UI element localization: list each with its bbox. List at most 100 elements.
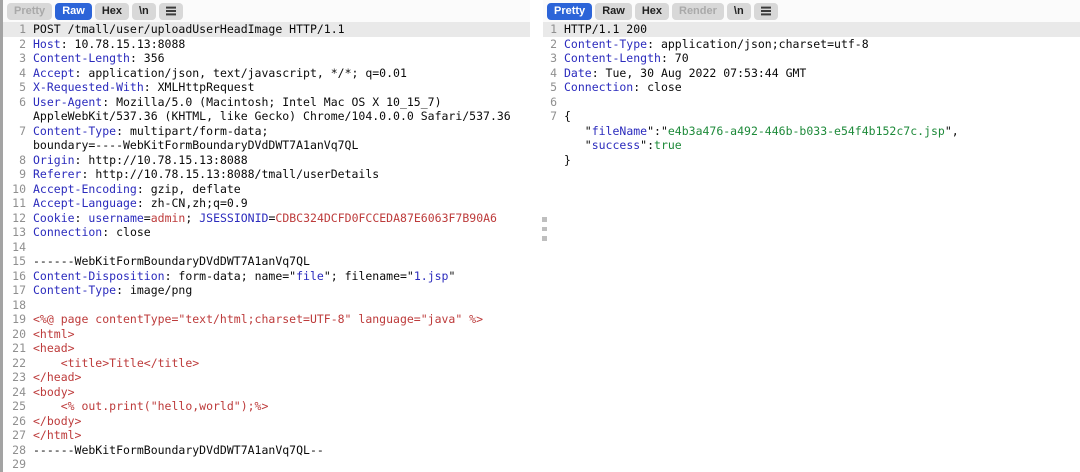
request-tab-newline[interactable]: \n [132, 3, 156, 20]
request-tab-raw[interactable]: Raw [55, 3, 92, 20]
code-token: Referer [33, 167, 81, 181]
code-line: 10Accept-Encoding: gzip, deflate [3, 182, 530, 197]
code-token: Host [33, 37, 61, 51]
response-viewer[interactable]: 1 HTTP/1.1 2002Content-Type: application/… [543, 22, 1080, 167]
line-number [543, 138, 557, 153]
code-token: Cookie [33, 211, 75, 225]
line-number: 22 [3, 356, 26, 371]
code-text: Connection: close [564, 80, 682, 95]
code-line: 23 </head> [3, 370, 530, 385]
code-text: User-Agent: Mozilla/5.0 (Macintosh; Inte… [33, 95, 442, 110]
code-token: { [564, 109, 571, 123]
code-line: 29 [3, 457, 530, 472]
line-number [3, 109, 26, 124]
line-number: 18 [3, 298, 26, 313]
code-line: 14 [3, 240, 530, 255]
code-token: Content-Length [564, 51, 661, 65]
panel-splitter[interactable] [542, 217, 547, 246]
code-line: 16Content-Disposition: form-data; name="… [3, 269, 530, 284]
response-menu-button[interactable] [754, 3, 778, 20]
code-line: 6 [543, 95, 1080, 110]
code-token: CDBC324DCFD0FCCEDA87E6063F7B90A6 [275, 211, 497, 225]
code-line: 3Content-Length: 70 [543, 51, 1080, 66]
code-token: : multipart/form-data; [116, 124, 268, 138]
code-token: : close [102, 225, 150, 239]
code-line: 15------WebKitFormBoundaryDVdDWT7A1anVq7… [3, 254, 530, 269]
line-number: 6 [543, 95, 557, 110]
request-tab-pretty[interactable]: Pretty [7, 3, 52, 20]
code-token: : http://10.78.15.13:8088/tmall/userDeta… [81, 167, 379, 181]
code-token: " [564, 124, 592, 138]
code-line: 2Content-Type: application/json;charset=… [543, 37, 1080, 52]
code-token: : zh-CN,zh;q=0.9 [137, 196, 248, 210]
line-number [543, 124, 557, 139]
code-text: Origin: http://10.78.15.13:8088 [33, 153, 248, 168]
request-tab-hex[interactable]: Hex [95, 3, 129, 20]
request-menu-button[interactable] [159, 3, 183, 20]
response-tab-newline[interactable]: \n [727, 3, 751, 20]
code-token: </body> [33, 414, 81, 428]
response-panel: PrettyRawHexRender\n 1 HTTP/1.1 2002Conte… [543, 0, 1080, 472]
line-number [3, 138, 26, 153]
code-token: : XMLHttpRequest [144, 80, 255, 94]
code-token: : application/json;charset=utf-8 [647, 37, 869, 51]
request-tabbar: PrettyRawHex\n [3, 0, 530, 22]
code-text: Cookie: username=admin; JSESSIONID=CDBC3… [33, 211, 497, 226]
splitter-dot [542, 217, 547, 222]
request-panel: PrettyRawHex\n 1POST /tmall/user/uploadU… [3, 0, 530, 472]
code-line: 21<head> [3, 341, 530, 356]
code-text: X-Requested-With: XMLHttpRequest [33, 80, 255, 95]
code-token: <% out.print("hello,world");%> [33, 399, 268, 413]
line-number: 24 [3, 385, 26, 400]
line-number: 23 [3, 370, 26, 385]
code-line: 18 [3, 298, 530, 313]
code-text: { [564, 109, 571, 124]
code-token: Connection [33, 225, 102, 239]
code-token: X-Requested-With [33, 80, 144, 94]
line-number: 14 [3, 240, 26, 255]
code-text: Content-Length: 70 [564, 51, 689, 66]
response-tab-hex[interactable]: Hex [635, 3, 669, 20]
code-token: " [448, 269, 455, 283]
line-number: 1 [543, 22, 557, 37]
http-message-editor: PrettyRawHex\n 1POST /tmall/user/uploadU… [0, 0, 1080, 472]
line-number: 15 [3, 254, 26, 269]
code-text: <% out.print("hello,world");%> [33, 399, 268, 414]
request-editor[interactable]: 1POST /tmall/user/uploadUserHeadImage HT… [3, 22, 530, 472]
line-number: 17 [3, 283, 26, 298]
code-token: Content-Length [33, 51, 130, 65]
code-text: Content-Type: application/json;charset=u… [564, 37, 869, 52]
code-text: Content-Type: image/png [33, 283, 192, 298]
response-tab-pretty[interactable]: Pretty [547, 3, 592, 20]
code-line: 4Accept: application/json, text/javascri… [3, 66, 530, 81]
code-token: Accept-Encoding [33, 182, 137, 196]
response-tab-raw[interactable]: Raw [595, 3, 632, 20]
code-token: <title>Title</title> [33, 356, 199, 370]
code-token: <body> [33, 385, 75, 399]
code-line: } [543, 153, 1080, 168]
code-token: file [296, 269, 324, 283]
code-text: AppleWebKit/537.36 (KHTML, like Gecko) C… [33, 109, 511, 124]
response-tab-render[interactable]: Render [672, 3, 724, 20]
code-token: "; filename=" [324, 269, 414, 283]
line-number: 25 [3, 399, 26, 414]
code-text: </head> [33, 370, 81, 385]
code-token: Origin [33, 153, 75, 167]
code-token: : 356 [130, 51, 165, 65]
code-token: : [75, 211, 89, 225]
code-token: : form-data; name=" [165, 269, 297, 283]
code-text: <body> [33, 385, 75, 400]
code-text: ------WebKitFormBoundaryDVdDWT7A1anVq7QL… [33, 443, 324, 458]
code-line: "success":true [543, 138, 1080, 153]
code-line: 5Connection: close [543, 80, 1080, 95]
code-token: ------WebKitFormBoundaryDVdDWT7A1anVq7QL… [33, 443, 324, 457]
code-token: HTTP/1.1 200 [564, 22, 647, 36]
code-line: 1 HTTP/1.1 200 [543, 22, 1080, 37]
splitter-dot [542, 236, 547, 241]
line-number: 5 [3, 80, 26, 95]
hamburger-menu-icon [166, 10, 176, 12]
code-token: = [144, 211, 151, 225]
code-line: 13Connection: close [3, 225, 530, 240]
code-token: Accept [33, 66, 75, 80]
line-number: 11 [3, 196, 26, 211]
